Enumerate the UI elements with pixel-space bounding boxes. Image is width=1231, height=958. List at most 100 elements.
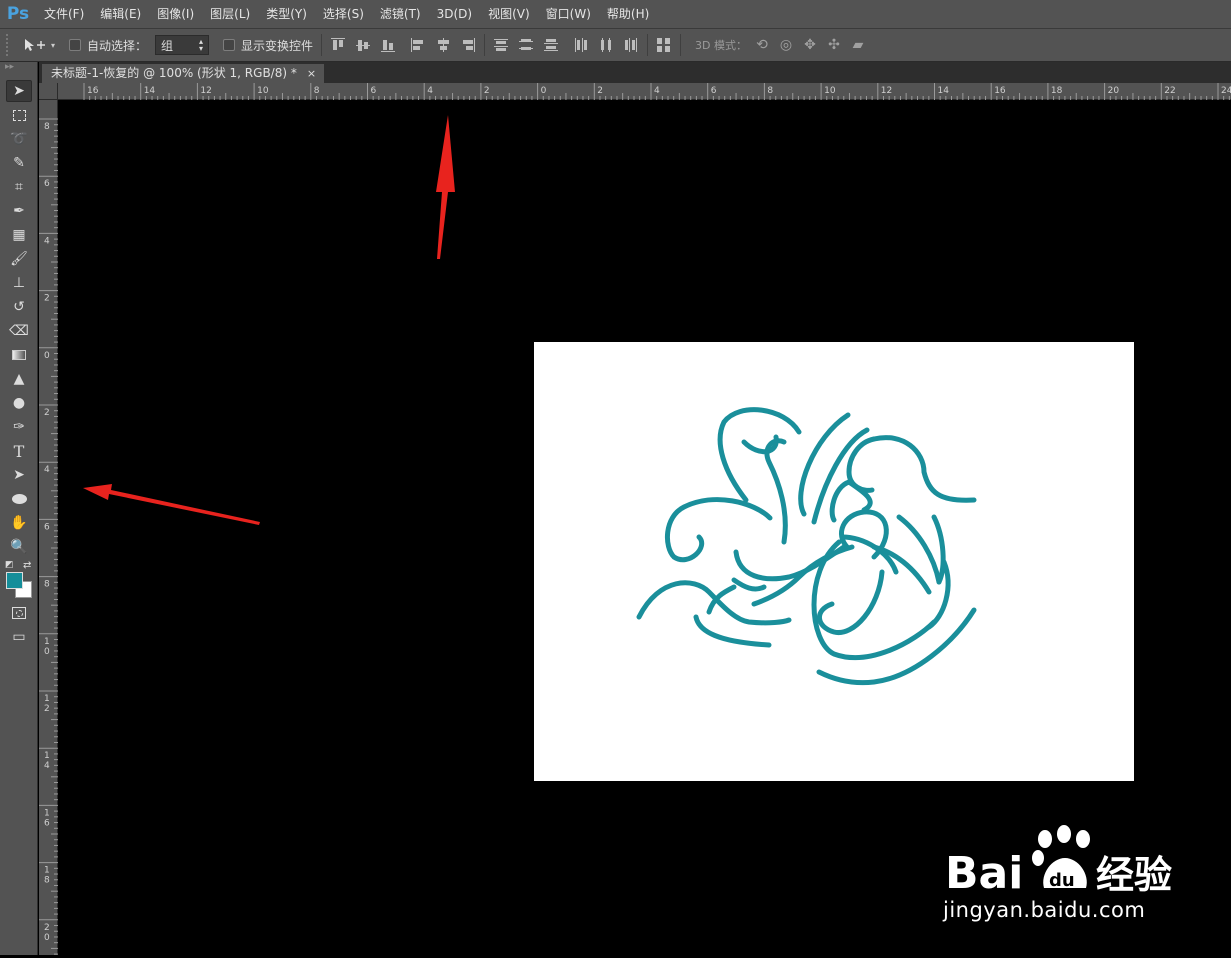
marquee-icon [12, 109, 26, 121]
type-icon: T [13, 441, 25, 461]
distribute-bottom-icon[interactable] [543, 37, 559, 53]
rotate-3d-icon[interactable]: ⟲ [753, 36, 771, 54]
menu-select[interactable]: 选择(S) [315, 0, 372, 28]
default-colors-icon[interactable]: ◩ [5, 560, 14, 570]
align-hcenter-icon[interactable] [435, 37, 451, 53]
align-horizontal-buttons [410, 37, 476, 53]
menu-layer[interactable]: 图层(L) [202, 0, 258, 28]
show-transform-label: 显示变换控件 [241, 38, 314, 53]
menu-help[interactable]: 帮助(H) [599, 0, 657, 28]
auto-select-dropdown[interactable]: 组 ▴ ▾ [155, 35, 210, 55]
move-tool[interactable]: ➤ [6, 80, 32, 102]
auto-select-option[interactable]: 自动选择： [69, 37, 147, 54]
clone-stamp-tool[interactable]: ⊥ [6, 272, 32, 294]
divider [321, 34, 323, 56]
menu-3d[interactable]: 3D(D) [429, 0, 480, 28]
eyedropper-tool[interactable]: ✒ [6, 200, 32, 222]
align-bottom-icon[interactable] [380, 37, 396, 53]
menu-bar: Ps 文件(F) 编辑(E) 图像(I) 图层(L) 类型(Y) 选择(S) 滤… [0, 0, 1231, 28]
distribute-right-icon[interactable] [623, 37, 639, 53]
path-select-tool[interactable]: ➤ [6, 464, 32, 486]
blur-drop-icon: ▲ [13, 371, 25, 387]
quick-mask-button[interactable] [6, 602, 32, 624]
distribute-top-icon[interactable] [493, 37, 509, 53]
auto-select-label: 自动选择： [87, 38, 148, 53]
foreground-color-swatch[interactable] [6, 572, 23, 589]
divider [484, 34, 486, 56]
pen-icon: ✑ [13, 419, 25, 435]
marquee-tool[interactable] [6, 104, 32, 126]
roll-3d-icon[interactable]: ◎ [777, 36, 795, 54]
photoshop-logo: Ps [6, 4, 30, 24]
lasso-tool[interactable]: ➰ [6, 128, 32, 150]
align-right-icon[interactable] [460, 37, 476, 53]
watermark-domain: jingyan.baidu.com [943, 898, 1146, 922]
stamp-icon: ⊥ [12, 275, 26, 291]
screen-mode-icon: ▭ [12, 629, 26, 645]
options-bar: ▾ 自动选择： 组 ▴ ▾ 显示变换控件 3D 模式： ⟲ ◎ ✥ ✣ ▰ [0, 28, 1231, 62]
watermark-brand-suffix: du [1049, 870, 1075, 891]
scale-3d-icon[interactable]: ▰ [849, 36, 867, 54]
gradient-tool[interactable] [6, 344, 32, 366]
sponge-icon: ● [12, 395, 26, 411]
type-tool[interactable]: T [6, 440, 32, 462]
menu-image[interactable]: 图像(I) [149, 0, 202, 28]
pan-3d-icon[interactable]: ✥ [801, 36, 819, 54]
brush-icon: 🖌 [10, 251, 28, 267]
shape-tool[interactable] [6, 488, 32, 510]
tool-preset-picker[interactable]: ▾ [22, 37, 55, 53]
screen-mode-button[interactable]: ▭ [6, 626, 32, 648]
brush-tool[interactable]: 🖌 [6, 248, 32, 270]
distribute-vertical-buttons [493, 37, 559, 53]
pen-tool[interactable]: ✑ [6, 416, 32, 438]
align-buttons [330, 37, 396, 53]
lasso-icon: ➰ [10, 131, 28, 147]
history-brush-tool[interactable]: ↺ [6, 296, 32, 318]
auto-select-value: 组 [161, 38, 174, 53]
panel-collapse-icon[interactable]: ▸▸ [0, 62, 37, 78]
crop-icon: ⌗ [15, 179, 23, 195]
zoom-tool[interactable]: 🔍 [6, 536, 32, 558]
menu-file[interactable]: 文件(F) [36, 0, 92, 28]
eraser-tool[interactable]: ⌫ [6, 320, 32, 342]
arrow-cursor-icon: ➤ [13, 467, 25, 483]
hand-icon: ✋ [10, 515, 28, 531]
show-transform-option[interactable]: 显示变换控件 [223, 37, 313, 54]
distribute-left-icon[interactable] [573, 37, 589, 53]
slide-3d-icon[interactable]: ✣ [825, 36, 843, 54]
distribute-vcenter-icon[interactable] [518, 37, 534, 53]
menu-edit[interactable]: 编辑(E) [92, 0, 149, 28]
show-transform-checkbox[interactable] [223, 39, 236, 51]
quick-select-icon: ✎ [13, 155, 25, 171]
auto-align-layers-icon[interactable] [656, 37, 672, 53]
move-tool-icon [25, 39, 45, 51]
gradient-icon [12, 350, 26, 360]
auto-select-checkbox[interactable] [69, 39, 82, 51]
watermark-brand-text: Bai [945, 848, 1023, 899]
watermark-product-text: 经验 [1096, 853, 1172, 897]
history-brush-icon: ↺ [13, 299, 25, 315]
menu-filter[interactable]: 滤镜(T) [372, 0, 429, 28]
menu-window[interactable]: 窗口(W) [538, 0, 599, 28]
quick-mask-icon [12, 607, 26, 619]
dodge-tool[interactable]: ● [6, 392, 32, 414]
divider [680, 34, 682, 56]
stepper-icon: ▴ ▾ [199, 37, 204, 53]
options-grip[interactable] [6, 34, 12, 56]
quick-select-tool[interactable]: ✎ [6, 152, 32, 174]
menu-type[interactable]: 类型(Y) [258, 0, 315, 28]
baidu-paw-logo: Bai du 经验 [945, 825, 1172, 899]
distribute-hcenter-icon[interactable] [598, 37, 614, 53]
crop-tool[interactable]: ⌗ [6, 176, 32, 198]
annotation-arrow-up [436, 115, 455, 259]
eyedropper-icon: ✒ [13, 203, 25, 219]
menu-view[interactable]: 视图(V) [480, 0, 538, 28]
align-left-icon[interactable] [410, 37, 426, 53]
swap-colors-icon[interactable]: ⇄ [23, 560, 31, 571]
align-top-icon[interactable] [330, 37, 346, 53]
ellipse-icon [11, 494, 27, 504]
healing-brush-tool[interactable]: ▦ [6, 224, 32, 246]
align-vcenter-icon[interactable] [355, 37, 371, 53]
blur-tool[interactable]: ▲ [6, 368, 32, 390]
hand-tool[interactable]: ✋ [6, 512, 32, 534]
